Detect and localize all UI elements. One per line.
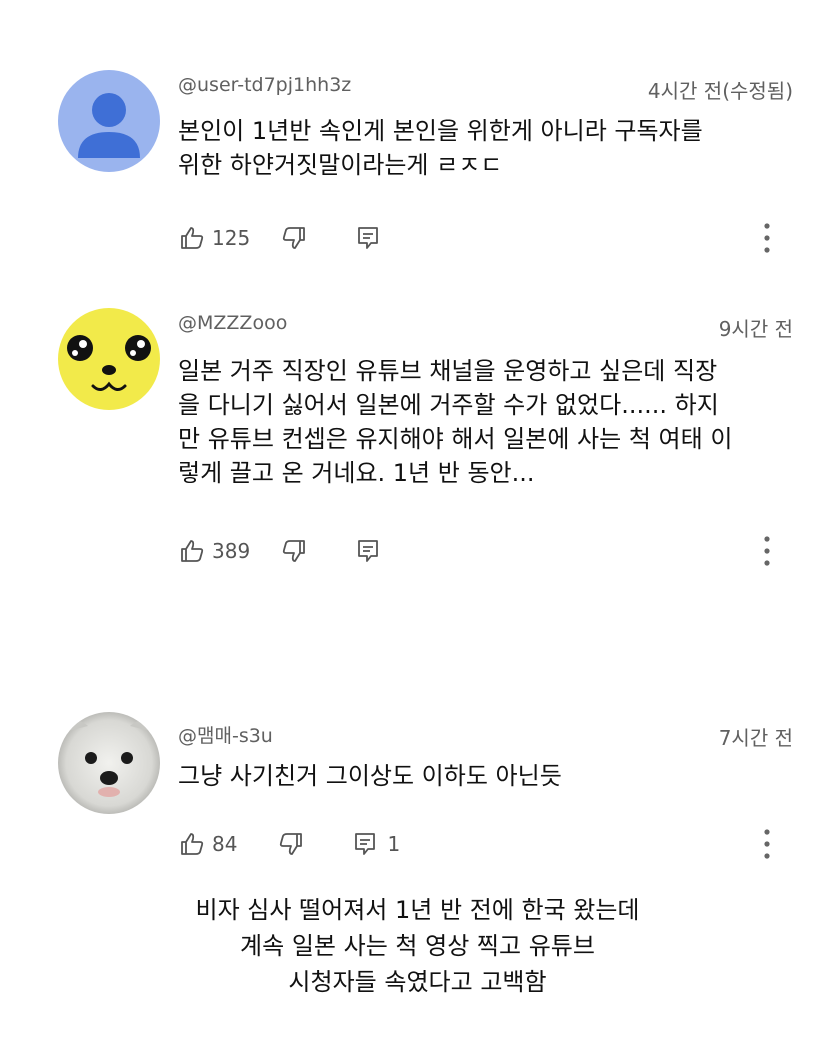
more-options-icon[interactable] — [763, 535, 771, 567]
reply-icon[interactable] — [354, 224, 382, 252]
comment-line: 만 유튜브 컨셉은 유지해야 해서 일본에 사는 척 여태 이 — [178, 425, 733, 453]
caption-line: 시청자들 속였다고 고백함 — [288, 968, 547, 996]
more-options-icon[interactable] — [763, 828, 771, 860]
like-count: 84 — [212, 832, 238, 856]
comment-actions: 389 — [178, 535, 382, 567]
reply-icon[interactable] — [351, 830, 379, 858]
comment-time: 7시간 전 — [718, 726, 793, 750]
comment-author[interactable]: @맴매-s3u — [178, 721, 273, 748]
comment-text: 그냥 사기친거 그이상도 이하도 아닌듯 — [178, 759, 808, 793]
comment-text: 일본 거주 직장인 유튜브 채널을 운영하고 싶은데 직장 을 다니기 싫어서 … — [178, 354, 808, 490]
comment-line: 그냥 사기친거 그이상도 이하도 아닌듯 — [178, 762, 562, 790]
reply-icon[interactable] — [354, 537, 382, 565]
comment-time: 4시간 전(수정됨) — [647, 79, 793, 103]
caption-line: 계속 일본 사는 척 영상 찍고 유튜브 — [240, 932, 595, 960]
dislike-icon[interactable] — [280, 537, 308, 565]
comment-text: 본인이 1년반 속인게 본인을 위한게 아니라 구독자를 위한 하얀거짓말이라는… — [178, 114, 808, 182]
avatar[interactable] — [58, 712, 160, 814]
avatar[interactable] — [58, 70, 160, 172]
like-icon[interactable] — [178, 537, 206, 565]
comment-author[interactable]: @MZZZooo — [178, 312, 287, 334]
comment-time: 9시간 전 — [718, 317, 793, 341]
comment-line: 본인이 1년반 속인게 본인을 위한게 아니라 구독자를 — [178, 117, 703, 145]
avatar[interactable] — [58, 308, 160, 410]
comment-actions: 125 — [178, 222, 382, 254]
comment-line: 을 다니기 싫어서 일본에 거주할 수가 없었다...... 하지 — [178, 391, 719, 419]
comment-author[interactable]: @user-td7pj1hh3z — [178, 74, 351, 96]
reply-count[interactable]: 1 — [387, 832, 400, 856]
comment-line: 렇게 끌고 온 거네요. 1년 반 동안... — [178, 459, 535, 487]
like-icon[interactable] — [178, 830, 206, 858]
comment-line: 위한 하얀거짓말이라는게 ㄹㅈㄷ — [178, 151, 503, 179]
white-dog-photo — [58, 712, 160, 814]
like-count: 389 — [212, 539, 251, 563]
comment-line: 일본 거주 직장인 유튜브 채널을 운영하고 싶은데 직장 — [178, 357, 718, 385]
caption-line: 비자 심사 떨어져서 1년 반 전에 한국 왔는데 — [195, 896, 640, 924]
default-person-icon — [58, 70, 160, 172]
like-icon[interactable] — [178, 224, 206, 252]
caption: 비자 심사 떨어져서 1년 반 전에 한국 왔는데 계속 일본 사는 척 영상 … — [0, 892, 835, 1000]
dislike-icon[interactable] — [277, 830, 305, 858]
like-count: 125 — [212, 226, 251, 250]
more-options-icon[interactable] — [763, 222, 771, 254]
comment-actions: 84 1 — [178, 828, 400, 860]
dislike-icon[interactable] — [280, 224, 308, 252]
yellow-cartoon-face — [58, 308, 160, 410]
